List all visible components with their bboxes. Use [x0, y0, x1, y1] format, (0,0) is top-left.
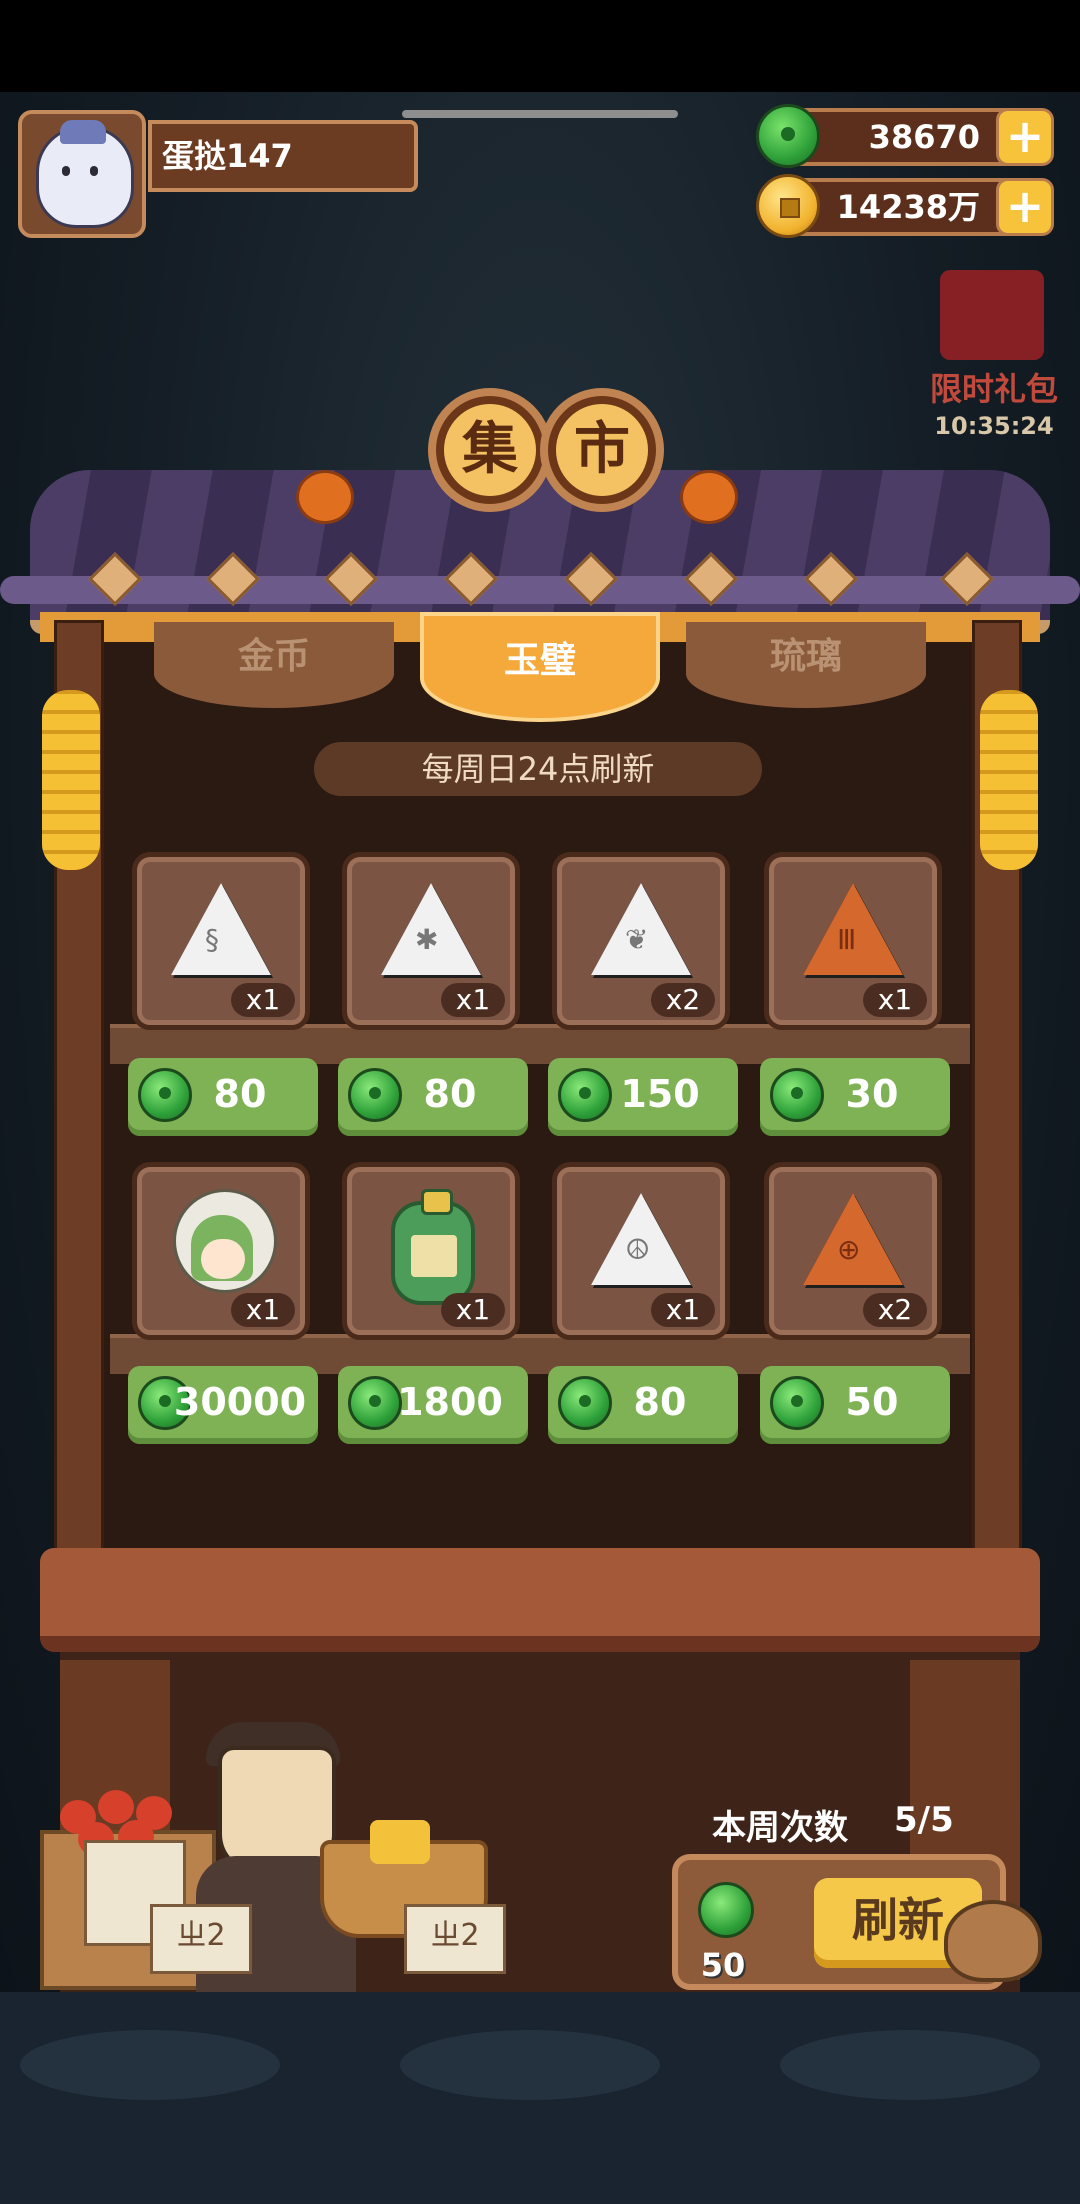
buy-price-button[interactable]: 150: [548, 1058, 738, 1136]
limited-gift-label[interactable]: 限时礼包: [924, 364, 1064, 410]
tab-glaze[interactable]: 琉璃: [686, 622, 926, 708]
title-char: 市: [556, 404, 648, 496]
price-sign: ㄓ2: [150, 1904, 252, 1974]
buy-price-button[interactable]: 50: [760, 1366, 950, 1444]
item-slot[interactable]: ✱ x1: [342, 852, 520, 1030]
avatar[interactable]: [18, 110, 146, 238]
buy-price-button[interactable]: 80: [548, 1366, 738, 1444]
item-quantity: x1: [651, 1293, 715, 1327]
price-value: 80: [633, 1380, 687, 1424]
coin-icon: [756, 174, 820, 238]
wave-decoration: [20, 2030, 280, 2100]
tab-gold-coins[interactable]: 金币: [154, 622, 394, 708]
book-page: [411, 1235, 457, 1277]
white-spiral-rune-icon: §: [171, 883, 271, 975]
tomato-icon: [98, 1790, 134, 1824]
title-medallion: 市: [540, 388, 664, 512]
character-face: [201, 1239, 245, 1279]
roof-edge: [0, 576, 1080, 604]
price-value: 80: [423, 1072, 477, 1116]
title-char: 集: [444, 404, 536, 496]
status-bar: [0, 0, 1080, 92]
gold-ingot-icon: [370, 1820, 430, 1864]
weekly-count-value: 5/5: [894, 1800, 954, 1840]
item-quantity: x2: [651, 983, 715, 1017]
avatar-hat: [60, 120, 106, 144]
jade-icon: [698, 1882, 754, 1938]
item-slot[interactable]: § x1: [132, 852, 310, 1030]
jade-icon: [756, 104, 820, 168]
price-value: 30000: [173, 1380, 307, 1424]
item-quantity: x1: [863, 983, 927, 1017]
buy-price-button[interactable]: 30: [760, 1058, 950, 1136]
avatar-eye: [62, 166, 70, 176]
price-value: 30: [845, 1072, 899, 1116]
wave-decoration: [400, 2030, 660, 2100]
add-coins-button[interactable]: +: [996, 178, 1054, 236]
item-slot[interactable]: ☮ x1: [552, 1162, 730, 1340]
item-quantity: x1: [231, 983, 295, 1017]
stall-counter: [40, 1548, 1040, 1652]
title-medallion: 集: [428, 388, 552, 512]
white-deer-rune-icon: ❦: [591, 883, 691, 975]
refresh-cost: 50: [700, 1946, 746, 1984]
avatar-eye: [90, 166, 98, 176]
gift-box-icon[interactable]: [940, 270, 1044, 360]
item-slot[interactable]: ❦ x2: [552, 852, 730, 1030]
weekly-refresh-notice: 每周日24点刷新: [314, 742, 762, 796]
item-quantity: x1: [441, 983, 505, 1017]
drag-handle[interactable]: [402, 110, 678, 118]
coin-amount: 14238万: [836, 188, 980, 226]
item-slot[interactable]: ⊕ x2: [764, 1162, 942, 1340]
price-sign: ㄓ2: [404, 1904, 506, 1974]
item-slot[interactable]: Ⅲ x1: [764, 852, 942, 1030]
vendor-character-icon: [218, 1746, 336, 1874]
item-slot[interactable]: x1: [342, 1162, 520, 1340]
orange-rune-icon: Ⅲ: [803, 883, 903, 975]
pet-mascot-icon: [944, 1900, 1042, 1982]
item-quantity: x1: [231, 1293, 295, 1327]
white-crab-rune-icon: ✱: [381, 883, 481, 975]
buy-price-button[interactable]: 80: [338, 1058, 528, 1136]
player-name: 蛋挞147: [148, 120, 418, 192]
book-clasp: [421, 1189, 453, 1215]
wave-decoration: [780, 2030, 1040, 2100]
add-jade-button[interactable]: +: [996, 108, 1054, 166]
buy-price-button[interactable]: 80: [128, 1058, 318, 1136]
item-quantity: x1: [441, 1293, 505, 1327]
price-value: 50: [845, 1380, 899, 1424]
buy-price-button[interactable]: 30000: [128, 1366, 318, 1444]
stall-roof: [30, 470, 1050, 634]
price-value: 1800: [397, 1380, 503, 1424]
price-value: 80: [213, 1072, 267, 1116]
white-leaf-rune-icon: ☮: [591, 1193, 691, 1285]
corn-decoration-icon: [980, 690, 1038, 870]
gift-timer: 10:35:24: [934, 412, 1054, 440]
orange-wheel-rune-icon: ⊕: [803, 1193, 903, 1285]
tab-jade[interactable]: 玉璧: [420, 612, 660, 722]
corn-decoration-icon: [42, 690, 100, 870]
price-value: 150: [620, 1072, 700, 1116]
persimmon-icon: [680, 470, 738, 524]
buy-price-button[interactable]: 1800: [338, 1366, 528, 1444]
persimmon-icon: [296, 470, 354, 524]
weekly-count-label: 本周次数: [712, 1808, 848, 1848]
item-quantity: x2: [863, 1293, 927, 1327]
green-scroll-book-icon: [391, 1189, 475, 1305]
jade-amount: 38670: [868, 118, 980, 156]
item-slot[interactable]: x1: [132, 1162, 310, 1340]
